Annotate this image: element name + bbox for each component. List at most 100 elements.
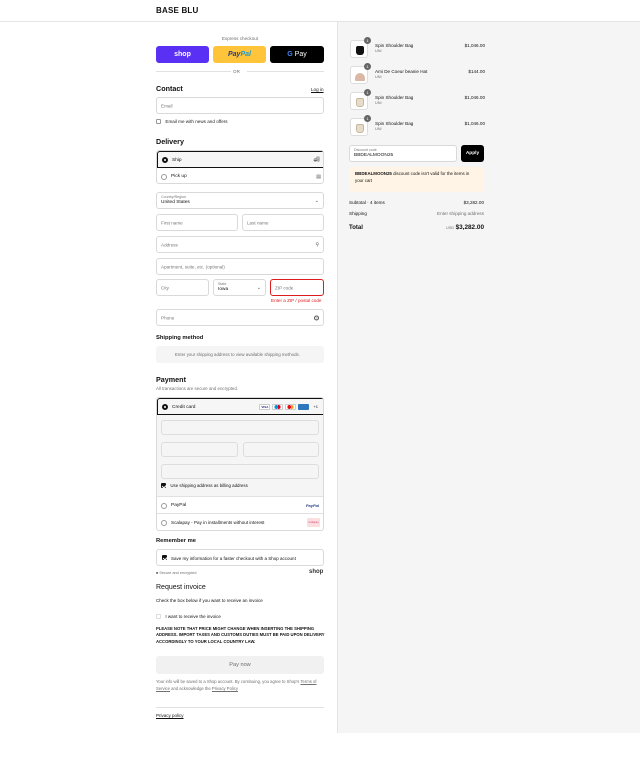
ship-label: Ship bbox=[172, 157, 182, 163]
or-divider-left bbox=[156, 71, 231, 72]
invoice-checkbox-label: I want to receive the invoice bbox=[165, 614, 221, 619]
pay-now-label: Pay now bbox=[229, 662, 251, 668]
first-name-field[interactable]: First name bbox=[156, 214, 238, 231]
phone-field[interactable]: Phone ? bbox=[156, 309, 324, 326]
cart-item-name: Spin Shoulder Bag bbox=[375, 121, 414, 126]
billing-same-row[interactable]: Use shipping address as billing address bbox=[161, 483, 248, 489]
consent-text-a: Your info will be saved to a Shop accoun… bbox=[156, 679, 300, 684]
cart-item-price: $1,046.00 bbox=[464, 121, 485, 126]
scalapay-label: Scalapay - Pay in installments without i… bbox=[171, 520, 265, 525]
apply-button[interactable]: Apply bbox=[461, 145, 484, 162]
state-select[interactable]: State Iowa ⌄ bbox=[213, 279, 266, 296]
total-row-value: USD $3,282.00 bbox=[420, 224, 484, 231]
invoice-title: Request invoice bbox=[156, 584, 206, 591]
pickup-radio[interactable] bbox=[161, 173, 167, 180]
truck-icon: 🚚︎ bbox=[313, 156, 320, 163]
apply-label: Apply bbox=[465, 151, 480, 156]
email-placeholder: Email bbox=[161, 103, 173, 108]
paypal-radio[interactable] bbox=[161, 502, 167, 509]
privacy-link[interactable]: Privacy Policy bbox=[212, 686, 238, 691]
secure-label: Secure and encrypted bbox=[159, 571, 197, 575]
shop-pay-button[interactable]: shop bbox=[156, 46, 209, 63]
newsletter-checkbox[interactable] bbox=[156, 119, 161, 125]
paypal-option[interactable]: PayPal PayPal bbox=[157, 497, 323, 514]
quantity-badge: 1 bbox=[364, 89, 371, 96]
state-label: State bbox=[218, 282, 227, 286]
credit-card-option[interactable]: Credit card VISA +1 bbox=[157, 398, 323, 415]
privacy-policy-link[interactable]: Privacy policy bbox=[156, 713, 184, 718]
billing-same-checkbox[interactable] bbox=[161, 483, 166, 489]
discount-code-label: Discount code bbox=[354, 148, 377, 152]
payment-title: Payment bbox=[156, 375, 186, 384]
first-name-placeholder: First name bbox=[161, 220, 183, 225]
card-number-field[interactable] bbox=[161, 420, 319, 435]
pickup-option[interactable]: Pick up ▤ bbox=[157, 168, 323, 183]
shipping-value: Enter shipping address bbox=[437, 211, 484, 216]
quantity-badge: 1 bbox=[364, 63, 371, 70]
shipping-method-message: Enter your shipping address to view avai… bbox=[175, 352, 300, 357]
help-icon[interactable]: ? bbox=[314, 315, 319, 320]
cart-item-price: $1,046.00 bbox=[464, 95, 485, 100]
remember-me-checkbox[interactable] bbox=[162, 555, 167, 561]
city-field[interactable]: City bbox=[156, 279, 209, 296]
amex-icon bbox=[298, 404, 310, 410]
name-on-card-field[interactable] bbox=[161, 464, 319, 479]
security-code-field[interactable] bbox=[243, 442, 319, 457]
paypal-label-b: Pal bbox=[240, 51, 251, 58]
newsletter-label: Email me with news and offers bbox=[165, 119, 228, 124]
country-value: United States bbox=[161, 200, 190, 205]
paypal-button[interactable]: Pay Pal bbox=[213, 46, 266, 63]
email-field[interactable]: Email bbox=[156, 97, 324, 114]
card-fields-area: Use shipping address as billing address bbox=[157, 415, 323, 497]
remember-me-title: Remember me bbox=[156, 538, 196, 544]
invoice-notice: PLEASE NOTE THAT PRICE MIGHT CHANGE WHEN… bbox=[156, 626, 325, 644]
secure-row: ■ Secure and encrypted bbox=[156, 571, 197, 575]
address-placeholder: Address bbox=[161, 242, 178, 247]
address-field[interactable]: Address ⚲ bbox=[156, 236, 324, 253]
header: BASE BLU bbox=[0, 0, 640, 22]
apartment-placeholder: Apartment, suite, etc. (optional) bbox=[161, 264, 225, 269]
cart-item-name: Ami De Coeur beanie Hat bbox=[375, 69, 428, 74]
zip-field[interactable]: ZIP code bbox=[270, 279, 324, 296]
total-label: Total bbox=[349, 225, 363, 231]
cart-item-name: Spin Shoulder Bag bbox=[375, 43, 414, 48]
invoice-checkbox[interactable] bbox=[156, 614, 161, 620]
brand-logo[interactable]: BASE BLU bbox=[156, 6, 199, 15]
visa-icon: VISA bbox=[259, 404, 271, 410]
discount-code-value: BBDEALMOON25 bbox=[354, 153, 394, 158]
newsletter-row[interactable]: Email me with news and offers bbox=[156, 119, 228, 125]
beanie-icon: 1 bbox=[350, 63, 371, 84]
expiry-field[interactable] bbox=[161, 442, 238, 457]
cart-item: 1 Spin Shoulder Bag UNI $1,046.00 bbox=[350, 115, 485, 138]
country-select[interactable]: Country/Region United States ⌄ bbox=[156, 192, 324, 209]
discount-code-field[interactable]: Discount code BBDEALMOON25 bbox=[349, 145, 457, 162]
black-bag-icon: 1 bbox=[350, 37, 371, 58]
ship-option[interactable]: Ship 🚚︎ bbox=[157, 151, 323, 168]
remember-me-box[interactable]: Save my information for a faster checkou… bbox=[156, 549, 324, 566]
scalapay-logo-icon: scalapay bbox=[307, 518, 320, 527]
google-pay-button[interactable]: G Pay bbox=[270, 46, 324, 63]
contact-title: Contact bbox=[156, 84, 183, 93]
cart-item-variant: UNI bbox=[375, 75, 382, 79]
cream-bag-icon: 1 bbox=[350, 89, 371, 110]
express-checkout-label: Express checkout bbox=[221, 36, 259, 41]
cart-item: 1 Spin Shoulder Bag UNI $1,046.00 bbox=[350, 89, 485, 112]
phone-placeholder: Phone bbox=[161, 315, 175, 320]
last-name-field[interactable]: Last name bbox=[242, 214, 324, 231]
ship-radio[interactable] bbox=[162, 156, 168, 163]
zip-placeholder: ZIP code bbox=[275, 285, 294, 290]
apartment-field[interactable]: Apartment, suite, etc. (optional) bbox=[156, 258, 324, 275]
cart-item: 1 Spin Shoulder Bag UNI $1,046.00 bbox=[350, 37, 485, 60]
more-cards-label: +1 bbox=[313, 404, 318, 410]
invoice-checkbox-row[interactable]: I want to receive the invoice bbox=[156, 614, 221, 620]
paypal-logo-icon: PayPal bbox=[305, 502, 319, 508]
credit-card-radio[interactable] bbox=[162, 403, 168, 410]
pay-now-button[interactable]: Pay now bbox=[156, 656, 324, 674]
invoice-subtitle: Check the box below if you want to recei… bbox=[156, 598, 263, 603]
or-label: OR bbox=[233, 69, 240, 74]
scalapay-option[interactable]: Scalapay - Pay in installments without i… bbox=[157, 514, 323, 530]
login-link[interactable]: Log in bbox=[311, 87, 324, 92]
shop-consent: Your info will be saved to a Shop accoun… bbox=[156, 679, 326, 692]
scalapay-radio[interactable] bbox=[161, 519, 167, 526]
credit-card-label: Credit card bbox=[172, 404, 196, 410]
